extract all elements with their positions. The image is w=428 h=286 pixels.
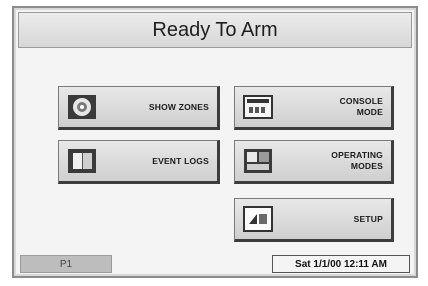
show-zones-label: SHOW ZONES <box>148 101 209 112</box>
operating-modes-label-line1: OPERATING <box>331 150 383 160</box>
date-time-display: Sat 1/1/00 12:11 AM <box>272 255 410 273</box>
operating-modes-label: OPERATING MODES <box>273 150 391 172</box>
operating-modes-label-line2: MODES <box>350 161 383 171</box>
setup-icon <box>243 206 273 232</box>
operating-modes-button[interactable]: OPERATING MODES <box>234 140 394 184</box>
show-zones-button[interactable]: SHOW ZONES <box>58 86 220 130</box>
console-mode-label-line1: CONSOLE <box>339 96 383 106</box>
mode-icon <box>243 148 273 174</box>
event-logs-button[interactable]: EVENT LOGS <box>58 140 220 184</box>
eye-icon <box>67 94 97 120</box>
setup-label: SETUP <box>353 213 383 224</box>
title-bar: Ready To Arm <box>18 12 412 48</box>
book-icon <box>67 148 97 174</box>
page-title: Ready To Arm <box>152 18 278 41</box>
partition-indicator[interactable]: P1 <box>20 255 112 273</box>
touchscreen-panel: Ready To Arm SHOW ZONES EVENT LOGS CONSO… <box>12 6 418 278</box>
console-mode-label: CONSOLE MODE <box>273 96 391 118</box>
event-logs-label: EVENT LOGS <box>152 155 209 166</box>
console-mode-button[interactable]: CONSOLE MODE <box>234 86 394 130</box>
keypad-icon <box>243 94 273 120</box>
setup-button[interactable]: SETUP <box>234 198 394 242</box>
console-mode-label-line2: MODE <box>356 107 383 117</box>
